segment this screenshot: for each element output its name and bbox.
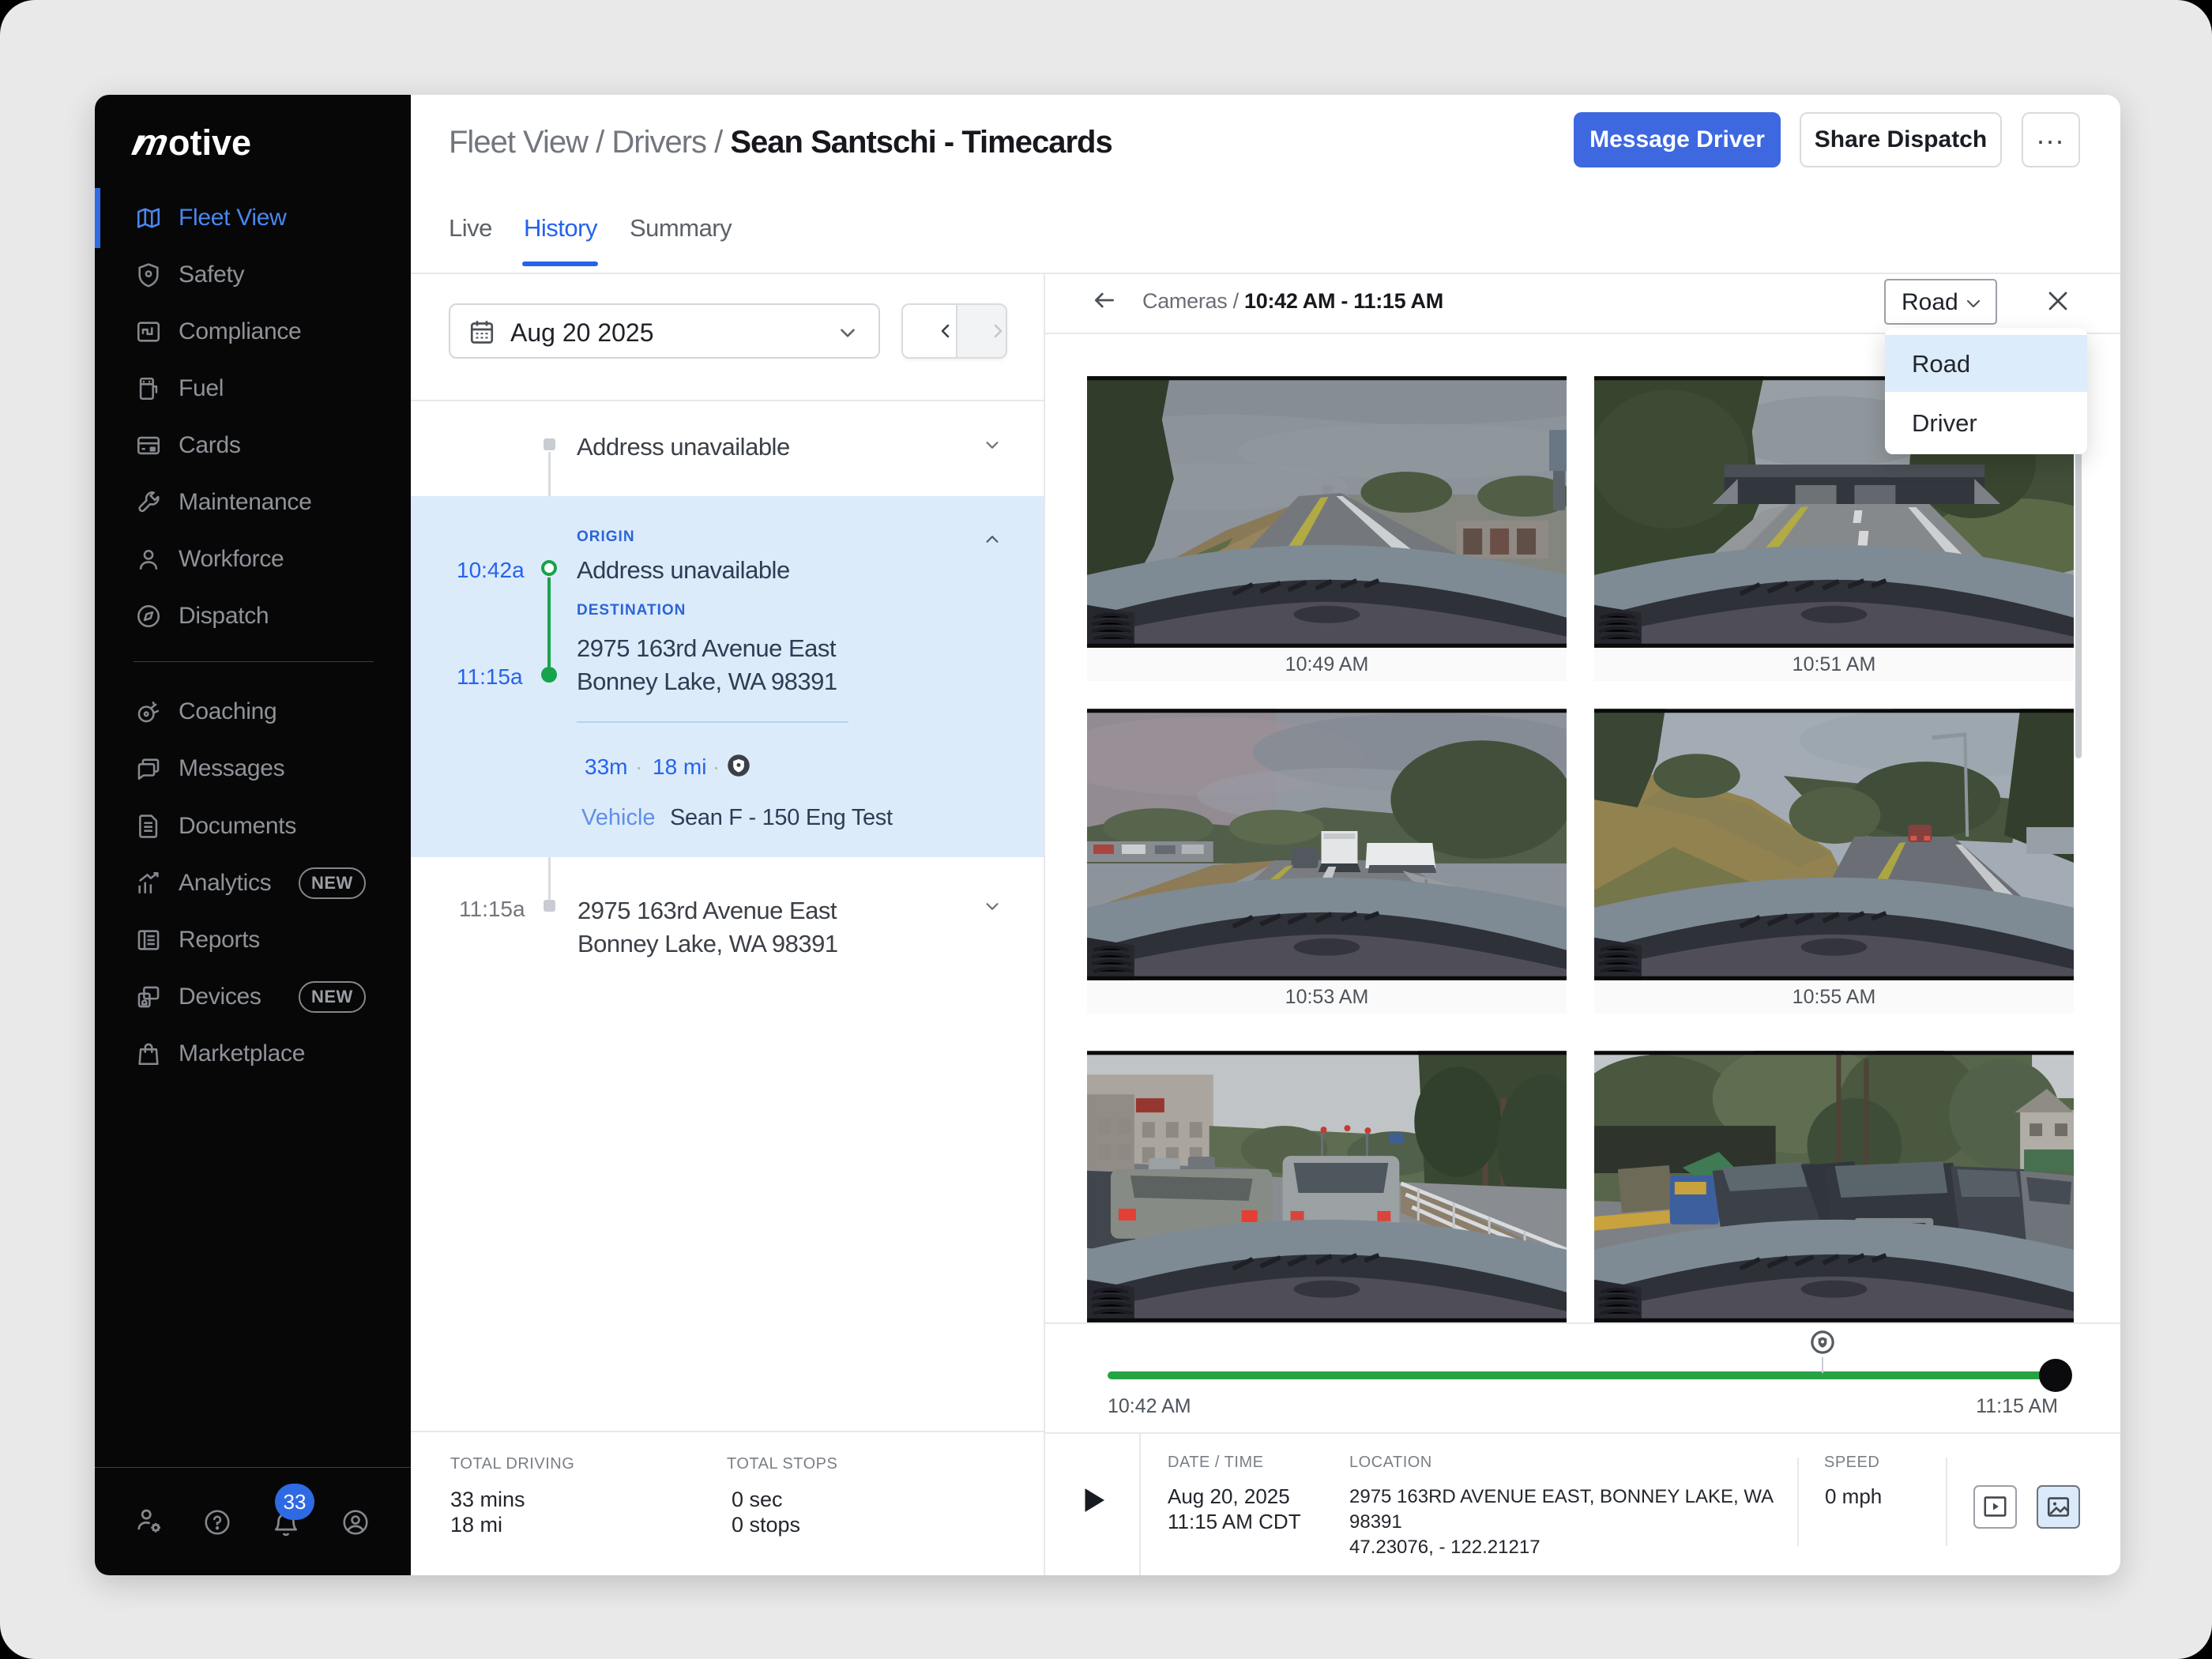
svg-text:otive: otive	[168, 122, 251, 160]
